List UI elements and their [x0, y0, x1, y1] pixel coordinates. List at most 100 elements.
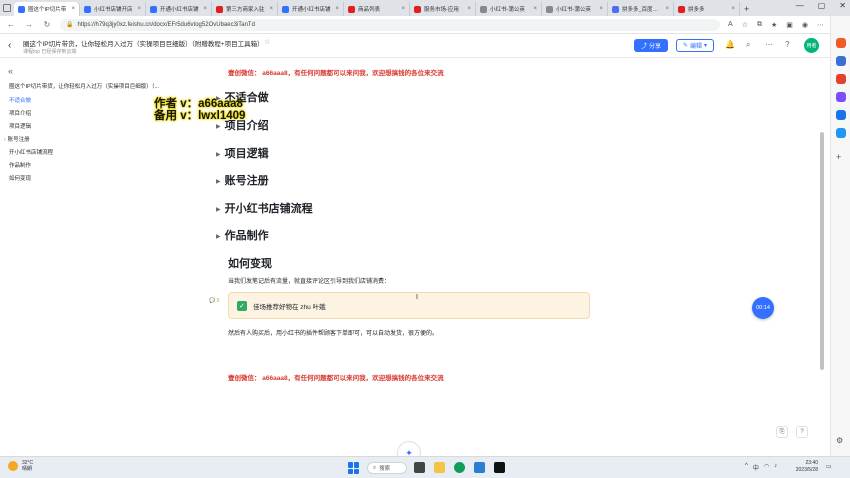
- reload-icon[interactable]: ↻: [42, 20, 52, 29]
- edge-icon[interactable]: [454, 462, 465, 473]
- avatar[interactable]: 用者: [804, 38, 819, 53]
- new-tab-button[interactable]: +: [740, 2, 753, 16]
- tab-actions-icon[interactable]: [3, 4, 11, 12]
- forward-icon[interactable]: →: [24, 20, 34, 29]
- checkbox-icon[interactable]: ✓: [237, 300, 247, 311]
- doc-back-icon[interactable]: ‹: [8, 40, 11, 51]
- browser-tab[interactable]: 开通小红书店铺 ×: [146, 2, 212, 16]
- comment-icon[interactable]: 💬 0: [209, 298, 219, 304]
- more-icon[interactable]: ⋯: [817, 21, 824, 29]
- tray-chevron-icon[interactable]: ^: [745, 463, 748, 472]
- section-heading[interactable]: ▶ 作品制作: [216, 227, 269, 243]
- outline-item[interactable]: 开小红书店铺流程: [9, 148, 53, 156]
- close-window-icon[interactable]: ✕: [839, 1, 846, 10]
- read-aloud-icon[interactable]: A: [728, 21, 733, 29]
- browser-tab[interactable]: 服务市场-应用 ×: [410, 2, 476, 16]
- outline-item[interactable]: › 账号注册: [4, 135, 30, 143]
- heading-text: 账号注册: [224, 175, 269, 187]
- browser-tab[interactable]: 开通小红书店铺 ×: [278, 2, 344, 16]
- add-sidebar-icon[interactable]: +: [836, 152, 846, 162]
- browser-tab[interactable]: 第三方商家入驻 ×: [212, 2, 278, 16]
- section-heading[interactable]: ▶ 项目介绍: [216, 117, 269, 133]
- browser-tab[interactable]: 小红书店铺开店 ×: [80, 2, 146, 16]
- notification-icon[interactable]: 🔔: [725, 40, 735, 49]
- outlook-icon[interactable]: [836, 128, 846, 138]
- sidebar-settings-icon[interactable]: ⚙: [836, 436, 846, 446]
- outline-expand-icon[interactable]: ›: [4, 137, 6, 143]
- scrollbar-thumb[interactable]: [820, 132, 824, 370]
- browser-tab[interactable]: 小红书-蒲公英 ×: [476, 2, 542, 16]
- tab-close-icon[interactable]: ×: [599, 6, 603, 12]
- outline-item[interactable]: 项目介绍: [9, 109, 31, 117]
- search-doc-icon[interactable]: ⌕: [746, 40, 750, 50]
- store-icon[interactable]: [474, 462, 485, 473]
- windows-start-icon[interactable]: [348, 462, 360, 474]
- tab-close-icon[interactable]: ×: [137, 6, 141, 12]
- expand-triangle-icon[interactable]: ▶: [216, 234, 221, 240]
- help-float-icon[interactable]: ?: [796, 426, 808, 438]
- outline-title[interactable]: 圈这个IP切片带货，让你轻松月入过万（实操项目巨细版）（...: [9, 82, 159, 90]
- outline-item[interactable]: 项目逻辑: [9, 122, 31, 130]
- expand-triangle-icon[interactable]: ▶: [216, 124, 221, 130]
- minimize-icon[interactable]: —: [796, 1, 804, 10]
- shopping-icon[interactable]: [836, 56, 846, 66]
- browser-tab[interactable]: 拼多多 ×: [674, 2, 740, 16]
- search-sidebar-icon[interactable]: [836, 38, 846, 48]
- help-icon[interactable]: ?: [785, 40, 789, 49]
- lang-indicator[interactable]: 中: [753, 463, 759, 472]
- browser-tab[interactable]: 圈这个IP切片带 ×: [14, 2, 80, 16]
- wifi-icon[interactable]: ◠: [764, 463, 769, 472]
- tab-close-icon[interactable]: ×: [269, 6, 273, 12]
- weather-widget[interactable]: 32°C 晴朗: [8, 460, 33, 472]
- expand-triangle-icon[interactable]: ▶: [216, 207, 221, 213]
- section-heading[interactable]: ▶ 项目逻辑: [216, 145, 269, 161]
- volume-icon[interactable]: ♪: [774, 463, 777, 472]
- window-controls: — ▢ ✕: [796, 1, 846, 10]
- timer-badge[interactable]: 00:14: [752, 297, 774, 319]
- star-icon[interactable]: ☆: [264, 38, 270, 46]
- tab-close-icon[interactable]: ×: [467, 6, 471, 12]
- outline-item[interactable]: 作品制作: [9, 161, 31, 169]
- tab-close-icon[interactable]: ×: [203, 6, 207, 12]
- profile-icon[interactable]: ◉: [802, 21, 808, 29]
- url-input[interactable]: 🔒 https://h79q3jy0xz.feishu.cn/docx/EFr5…: [60, 18, 721, 31]
- expand-triangle-icon[interactable]: ▶: [216, 179, 221, 185]
- favorites-list-icon[interactable]: ★: [771, 21, 777, 29]
- capcut-icon[interactable]: [494, 462, 505, 473]
- games-icon[interactable]: [836, 92, 846, 102]
- back-icon[interactable]: ←: [6, 20, 16, 29]
- favorite-icon[interactable]: ☆: [742, 21, 748, 29]
- tab-close-icon[interactable]: ×: [665, 6, 669, 12]
- edit-button[interactable]: ✎ 编辑 ▾: [676, 39, 714, 52]
- tab-close-icon[interactable]: ×: [533, 6, 537, 12]
- taskbar-search[interactable]: ⌕ 搜索: [367, 462, 407, 474]
- tab-close-icon[interactable]: ×: [335, 6, 339, 12]
- section-heading[interactable]: ▶ 开小红书店铺流程: [216, 200, 313, 216]
- collections-icon[interactable]: ▣: [786, 21, 793, 29]
- copy-link-icon[interactable]: ⎘: [776, 426, 788, 438]
- browser-tab[interactable]: 商品列表 ×: [344, 2, 410, 16]
- collapse-outline-icon[interactable]: «: [8, 66, 13, 76]
- tab-close-icon[interactable]: ×: [71, 6, 75, 12]
- outline-item[interactable]: 不适合做: [9, 96, 31, 104]
- section-heading[interactable]: ▶ 账号注册: [216, 172, 269, 188]
- notification-center-icon[interactable]: ▭: [826, 463, 832, 470]
- tab-close-icon[interactable]: ×: [731, 6, 735, 12]
- paragraph-traffic: 当我们发笔记后有流量，就直接评论区引导到我们店铺消费：: [228, 279, 391, 285]
- office-icon[interactable]: [836, 110, 846, 120]
- tools-icon[interactable]: [836, 74, 846, 84]
- split-screen-icon[interactable]: ⧉: [757, 21, 762, 29]
- expand-triangle-icon[interactable]: ▶: [216, 96, 221, 102]
- task-view-icon[interactable]: [414, 462, 425, 473]
- file-explorer-icon[interactable]: [434, 462, 445, 473]
- expand-triangle-icon[interactable]: ▶: [216, 152, 221, 158]
- more-options-icon[interactable]: ⋯: [765, 40, 773, 49]
- maximize-icon[interactable]: ▢: [818, 1, 826, 10]
- clock[interactable]: 23:40 2023/5/28: [790, 460, 818, 474]
- tab-close-icon[interactable]: ×: [401, 6, 405, 12]
- outline-item[interactable]: 如何变现: [9, 174, 31, 182]
- share-button[interactable]: ⤴ 分享: [634, 39, 668, 52]
- section-heading[interactable]: ▶ 不适合做: [216, 89, 269, 105]
- browser-tab[interactable]: 小红书-蒲公英 ×: [542, 2, 608, 16]
- browser-tab[interactable]: 拼多多_百度搜索 ×: [608, 2, 674, 16]
